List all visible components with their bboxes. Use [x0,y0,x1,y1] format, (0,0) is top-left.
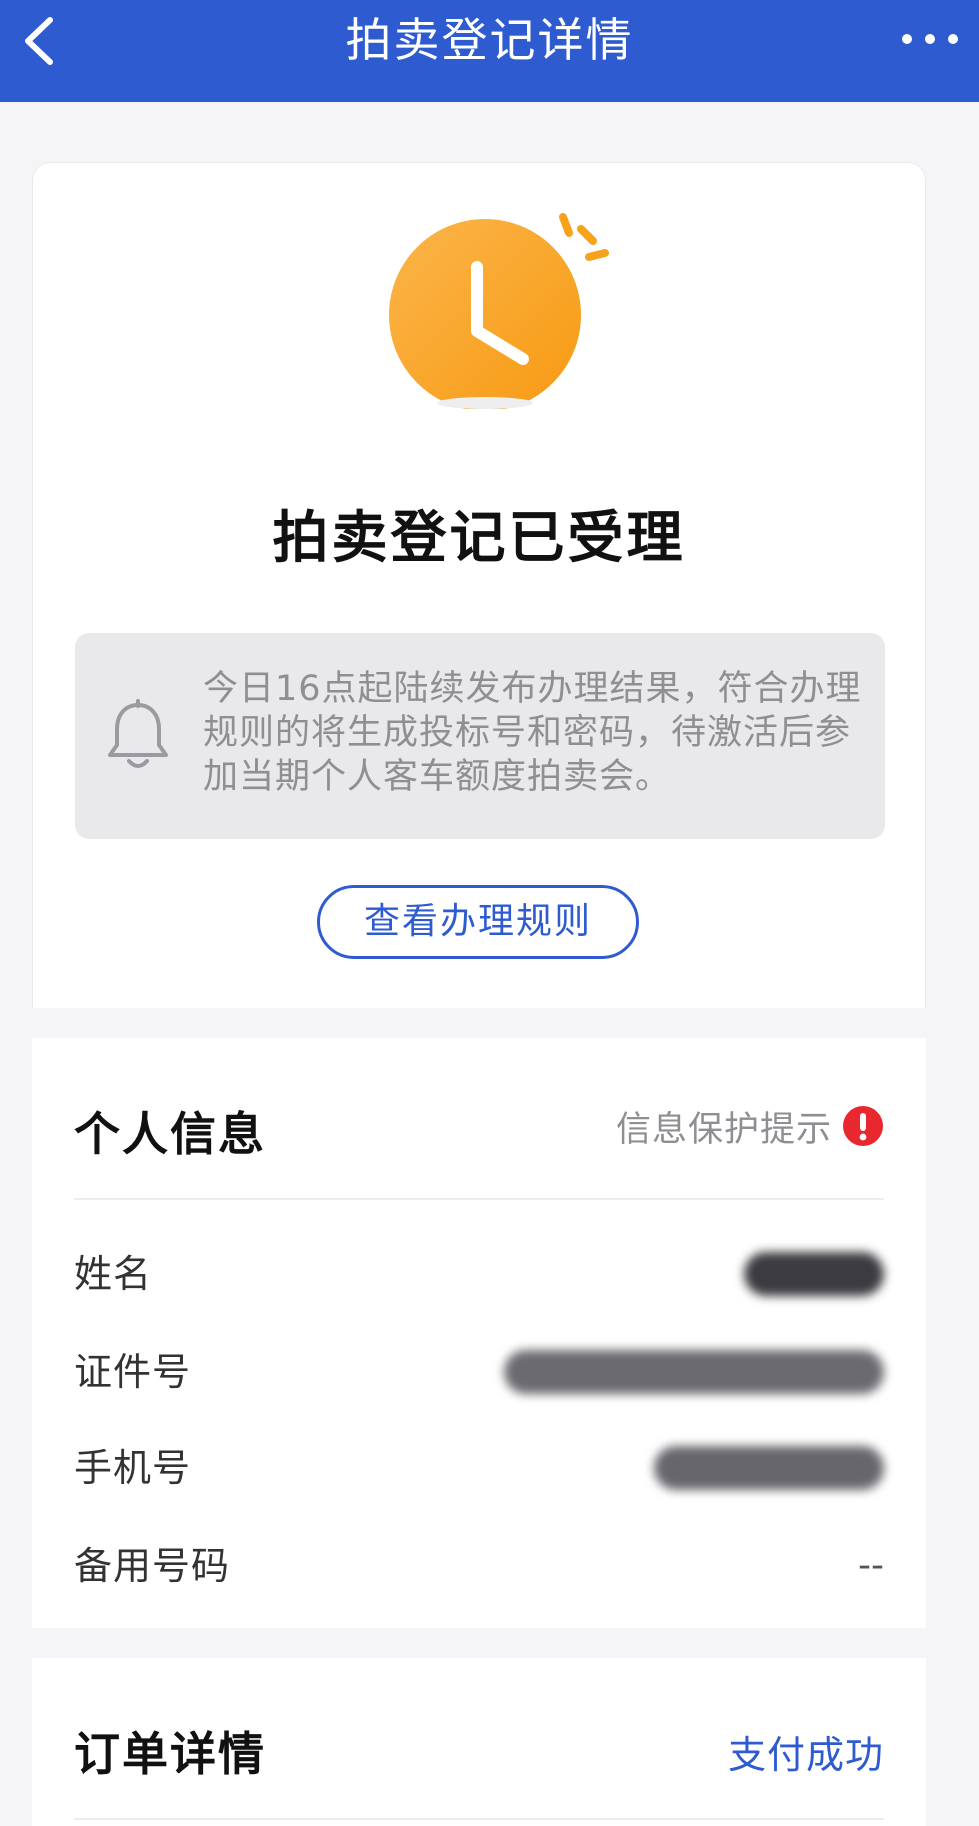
top-bar: 拍卖登记详情 [0,0,979,102]
order-status[interactable]: 支付成功 [728,1724,884,1779]
notice-text: 今日16点起陆续发布办理结果，符合办理规则的将生成投标号和密码，待激活后参加当期… [203,669,862,797]
backup-phone-label: 备用号码 [74,1544,231,1588]
id-number-label: 证件号 [74,1350,192,1394]
personal-info-card: 个人信息 信息保护提示 姓名 证件号 手机号 备用号码 -- [32,1038,926,1628]
info-row-phone: 手机号 [74,1438,884,1498]
name-label: 姓名 [74,1252,153,1296]
redacted-id-number [504,1350,884,1394]
redacted-phone [654,1446,884,1490]
bell-icon [108,699,168,768]
privacy-notice-label: 信息保护提示 [615,1109,832,1150]
notice-box: 今日16点起陆续发布办理结果，符合办理规则的将生成投标号和密码，待激活后参加当期… [75,633,885,839]
more-button[interactable] [895,22,965,56]
privacy-notice-link[interactable]: 信息保护提示 [616,1104,884,1150]
more-dots-icon [902,34,958,44]
backup-phone-value: -- [858,1545,884,1586]
page-title: 拍卖登记详情 [345,13,634,67]
order-title: 订单详情 [74,1727,266,1781]
divider [74,1198,884,1200]
personal-info-title: 个人信息 [74,1107,266,1161]
status-card: 拍卖登记已受理 今日16点起陆续发布办理结果，符合办理规则的将生成投标号和密码，… [32,162,926,1008]
info-row-backup-phone: 备用号码 -- [74,1536,884,1596]
phone-label: 手机号 [74,1446,192,1490]
divider [74,1818,884,1820]
order-card: 订单详情 支付成功 [32,1658,926,1826]
info-row-id: 证件号 [74,1342,884,1402]
alert-icon [843,1106,883,1146]
redacted-name [744,1252,884,1296]
clock-icon [389,213,609,409]
status-title: 拍卖登记已受理 [272,506,686,571]
info-row-name: 姓名 [74,1244,884,1304]
view-rules-button[interactable]: 查看办理规则 [317,885,639,959]
